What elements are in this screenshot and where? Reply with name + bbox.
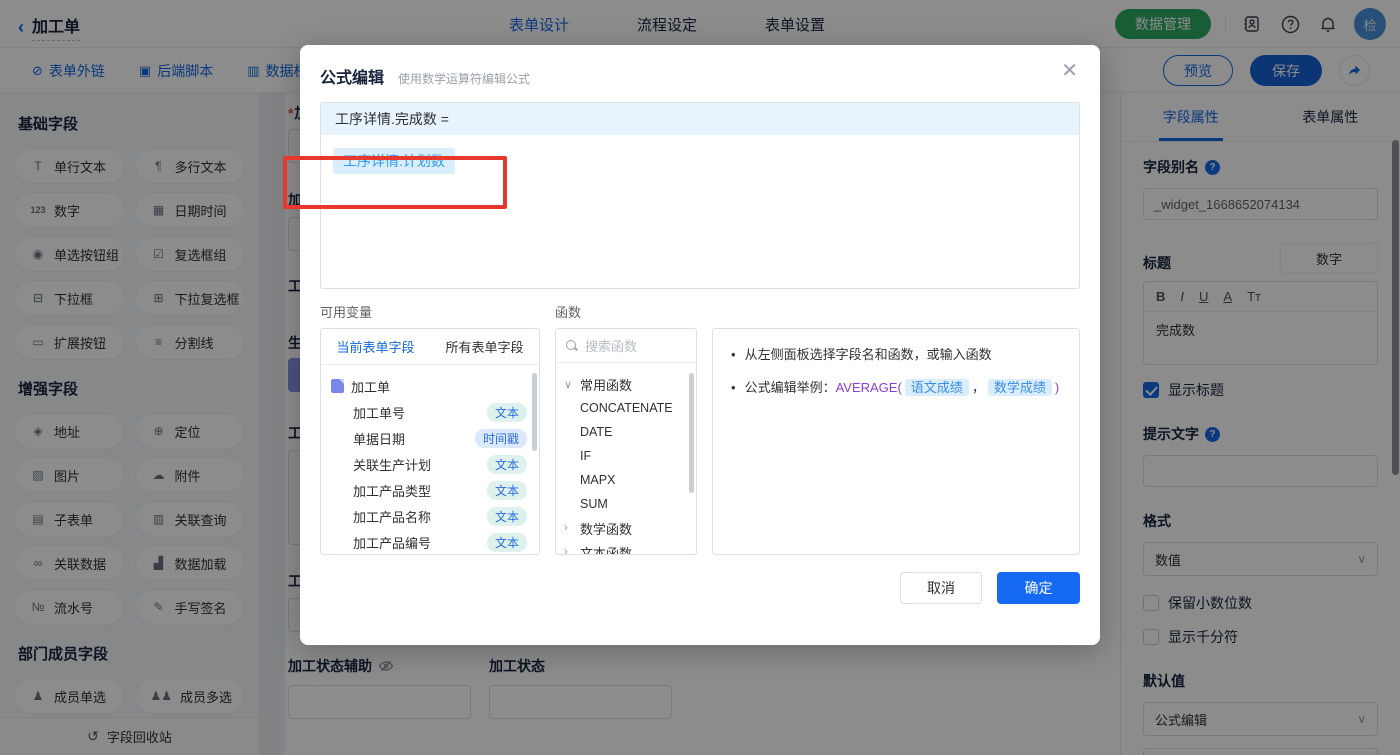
variable-name: 加工产品编号 — [353, 535, 432, 551]
function-group-label: 常用函数 — [580, 377, 633, 393]
example-field-chip: 数学成绩 — [987, 379, 1052, 396]
tab-all-form-fields[interactable]: 所有表单字段 — [445, 337, 523, 356]
function-close-paren: ) — [1054, 380, 1060, 395]
function-item-date[interactable]: DATE — [564, 420, 692, 444]
formula-edit-modal: 公式编辑 使用数学运算符编辑公式 ✕ 工序详情.完成数 = 工序详情.计划数 可… — [300, 45, 1100, 645]
tree-root-label: 加工单 — [351, 379, 391, 395]
variables-tabs: 当前表单字段 所有表单字段 — [321, 329, 539, 365]
cancel-button[interactable]: 取消 — [900, 572, 982, 604]
modal-footer: 取消 确定 — [300, 572, 1080, 604]
function-group-label: 文本函数 — [580, 545, 633, 555]
tip-line-2: • 公式编辑举例：AVERAGE(语文成绩，数学成绩) — [731, 378, 1065, 398]
variables-label: 可用变量 — [320, 305, 373, 320]
variable-row[interactable]: 加工单号 文本 — [331, 399, 533, 425]
function-tree: ∨ 常用函数 CONCATENATE DATE IF MAPX SUM › 数学… — [556, 363, 696, 555]
function-item-concatenate[interactable]: CONCATENATE — [564, 396, 692, 420]
panel-labels: 可用变量 函数 — [320, 302, 1080, 321]
variable-row[interactable]: 加工产品名称 文本 — [331, 503, 533, 529]
bullet-icon: • — [731, 347, 736, 362]
function-group-math[interactable]: › 数学函数 — [564, 516, 692, 540]
confirm-button[interactable]: 确定 — [997, 572, 1080, 604]
close-icon[interactable]: ✕ — [1061, 61, 1078, 81]
tip-example: 公式编辑举例：AVERAGE(语文成绩，数学成绩) — [744, 379, 1060, 396]
modal-title: 公式编辑 — [320, 70, 385, 87]
variable-row[interactable]: 关联生产计划 文本 — [331, 451, 533, 477]
tips-panel: • 从左侧面板选择字段名和函数，或输入函数 • 公式编辑举例：AVERAGE(语… — [712, 328, 1080, 555]
scrollbar-thumb[interactable] — [532, 373, 537, 451]
form-file-icon — [331, 379, 344, 393]
variable-row[interactable]: 加工产品编号 文本 — [331, 529, 533, 554]
variable-name: 单据日期 — [353, 431, 406, 447]
function-item-sum[interactable]: SUM — [564, 492, 692, 516]
tip-line-1: • 从左侧面板选择字段名和函数，或输入函数 — [731, 345, 1065, 365]
tree-root-form[interactable]: 加工单 — [331, 373, 533, 399]
bullet-icon: • — [731, 380, 736, 395]
formula-target: 工序详情.完成数 = — [321, 103, 1079, 135]
function-item-mapx[interactable]: MAPX — [564, 468, 692, 492]
function-group-label: 数学函数 — [580, 521, 633, 537]
example-field-chip: 语文成绩 — [904, 379, 969, 396]
modal-subtitle: 使用数学运算符编辑公式 — [398, 72, 531, 86]
functions-panel: 搜索函数 ∨ 常用函数 CONCATENATE DATE IF MAPX SUM… — [555, 328, 697, 555]
function-item-if[interactable]: IF — [564, 444, 692, 468]
variable-type-badge: 文本 — [486, 532, 527, 552]
variables-list: 加工单 加工单号 文本 单据日期 时间戳 关联生产计划 文本 加工产品类型 文本… — [321, 365, 539, 554]
formula-token[interactable]: 工序详情.计划数 — [333, 148, 455, 174]
variable-type-badge: 文本 — [486, 402, 527, 422]
variable-type-badge: 文本 — [486, 480, 527, 500]
app-root: ‹ 加工单 表单设计 流程设定 表单设置 数据管理 检 ⊘ 表单外链 ▣ 后端脚… — [0, 0, 1400, 755]
variable-name: 加工单号 — [353, 405, 406, 421]
formula-input-area[interactable]: 工序详情.计划数 — [321, 135, 1079, 288]
variable-type-badge: 文本 — [486, 506, 527, 526]
functions-label: 函数 — [555, 305, 582, 320]
tip-text: 从左侧面板选择字段名和函数，或输入函数 — [744, 347, 992, 362]
chevron-down-icon: ∨ — [564, 378, 573, 391]
function-search[interactable]: 搜索函数 — [556, 329, 696, 363]
function-group-text[interactable]: › 文本函数 — [564, 540, 692, 555]
tab-current-form-fields[interactable]: 当前表单字段 — [336, 337, 414, 356]
chevron-right-icon: › — [564, 546, 568, 555]
chevron-right-icon: › — [564, 522, 568, 534]
scrollbar-thumb[interactable] — [689, 373, 694, 493]
variable-type-badge: 文本 — [486, 454, 527, 474]
variable-name: 加工产品类型 — [353, 483, 432, 499]
variable-type-badge: 时间戳 — [474, 428, 527, 448]
variables-panel: 当前表单字段 所有表单字段 加工单 加工单号 文本 单据日期 时间戳 关联生产计… — [320, 328, 540, 555]
function-name: AVERAGE( — [835, 380, 902, 395]
search-placeholder: 搜索函数 — [585, 339, 638, 354]
modal-header: 公式编辑 使用数学运算符编辑公式 — [300, 45, 1100, 102]
search-icon — [566, 339, 578, 352]
function-group-common[interactable]: ∨ 常用函数 — [564, 372, 692, 396]
variable-row[interactable]: 单据日期 时间戳 — [331, 425, 533, 451]
formula-editor: 工序详情.完成数 = 工序详情.计划数 — [320, 102, 1080, 289]
variable-name: 关联生产计划 — [353, 457, 432, 473]
variable-name: 加工产品名称 — [353, 509, 432, 525]
variable-row[interactable]: 加工产品类型 文本 — [331, 477, 533, 503]
